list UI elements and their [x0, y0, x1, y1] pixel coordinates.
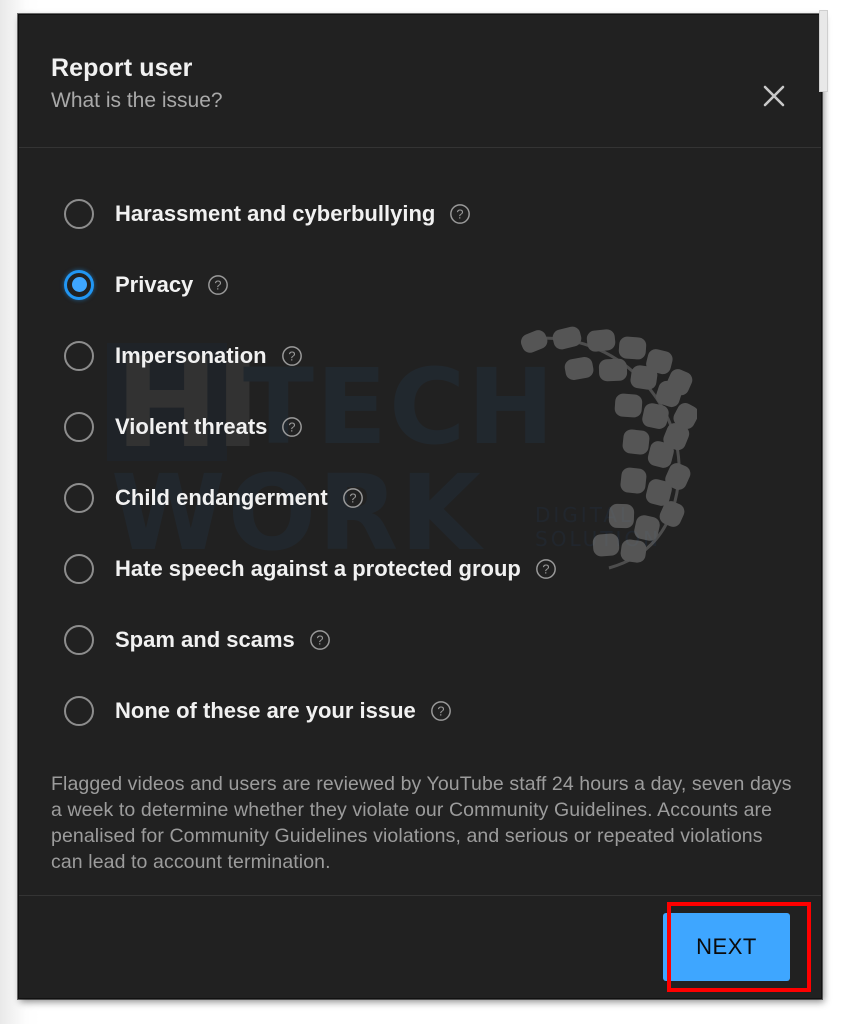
dialog-footer: NEXT [19, 895, 821, 998]
svg-text:?: ? [316, 632, 323, 647]
dialog-header: Report user What is the issue? [19, 15, 821, 148]
scrollbar-track[interactable] [818, 8, 829, 1018]
radio-button[interactable] [64, 340, 94, 371]
radio-button[interactable] [64, 482, 94, 513]
svg-text:?: ? [542, 561, 549, 576]
next-button-wrapper: NEXT [654, 904, 799, 990]
svg-text:?: ? [288, 348, 295, 363]
help-icon[interactable]: ? [342, 487, 364, 509]
radio-button[interactable] [64, 553, 94, 584]
help-icon[interactable]: ? [207, 274, 229, 296]
option-label: Violent threats [115, 413, 268, 439]
help-icon[interactable]: ? [281, 416, 303, 438]
option-row[interactable]: Impersonation ? [51, 320, 791, 391]
option-row[interactable]: Child endangerment ? [51, 462, 791, 533]
option-row[interactable]: Harassment and cyberbullying ? [51, 178, 791, 249]
close-icon [759, 81, 789, 111]
help-icon[interactable]: ? [449, 203, 471, 225]
svg-text:?: ? [349, 490, 356, 505]
page-backdrop: Report user What is the issue? HI TECH W… [0, 0, 843, 1024]
report-user-dialog: Report user What is the issue? HI TECH W… [18, 14, 822, 999]
radio-button[interactable] [64, 198, 94, 229]
radio-button[interactable] [64, 269, 94, 300]
radio-button[interactable] [64, 624, 94, 655]
option-row[interactable]: Spam and scams ? [51, 604, 791, 675]
close-button[interactable] [755, 77, 793, 115]
option-label: Harassment and cyberbullying [115, 200, 436, 226]
help-icon[interactable]: ? [430, 700, 452, 722]
option-row[interactable]: None of these are your issue ? [51, 675, 791, 746]
issue-options-list: Harassment and cyberbullying ? Privacy ? [51, 178, 791, 746]
option-row[interactable]: Violent threats ? [51, 391, 791, 462]
scrollbar-thumb[interactable] [819, 10, 828, 92]
disclaimer-text: Flagged videos and users are reviewed by… [51, 773, 792, 873]
dialog-body: HI TECH WORK DIGITAL SOLUTION Harassment… [19, 148, 821, 895]
help-icon[interactable]: ? [535, 558, 557, 580]
option-label: Privacy [115, 271, 194, 297]
svg-text:?: ? [457, 206, 464, 221]
option-row[interactable]: Privacy ? [51, 249, 791, 320]
svg-text:?: ? [289, 419, 296, 434]
option-label: Impersonation [115, 342, 267, 368]
help-icon[interactable]: ? [281, 345, 303, 367]
dialog-title: Report user [51, 54, 193, 82]
radio-button[interactable] [64, 411, 94, 442]
dialog-subtitle: What is the issue? [51, 89, 223, 112]
option-label: Hate speech against a protected group [115, 555, 521, 581]
option-label: Child endangerment [115, 484, 328, 510]
option-label: None of these are your issue [115, 697, 416, 723]
svg-text:?: ? [215, 277, 222, 292]
option-row[interactable]: Hate speech against a protected group ? [51, 533, 791, 604]
next-button[interactable]: NEXT [663, 913, 790, 981]
radio-button[interactable] [64, 695, 94, 726]
help-icon[interactable]: ? [309, 629, 331, 651]
svg-text:?: ? [437, 703, 444, 718]
option-label: Spam and scams [115, 626, 295, 652]
